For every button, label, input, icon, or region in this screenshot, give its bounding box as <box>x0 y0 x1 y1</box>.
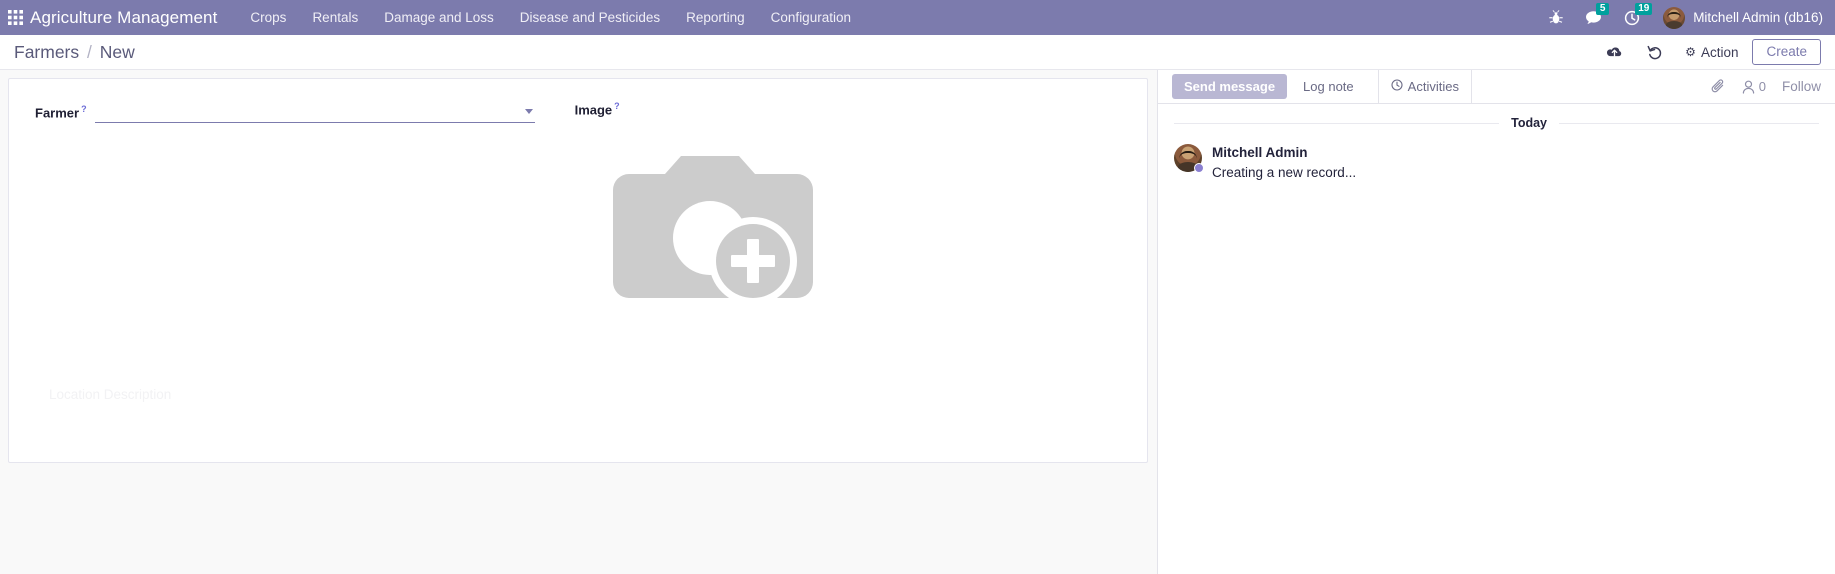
day-separator: Today <box>1174 116 1819 130</box>
follow-button[interactable]: Follow <box>1782 79 1821 94</box>
control-panel-buttons: ⚙ Action Create <box>1594 38 1835 66</box>
action-button-label: Action <box>1700 44 1739 60</box>
message-text: Creating a new record... <box>1212 165 1357 180</box>
main-content: Farmer? Image? Location Description Send… <box>0 70 1835 574</box>
messages-icon[interactable]: 5 <box>1574 0 1613 35</box>
followers-counter[interactable]: 0 <box>1742 79 1766 94</box>
save-button[interactable] <box>1594 38 1635 66</box>
activities-clock-icon[interactable]: 19 <box>1613 0 1653 35</box>
chatter-status-group: 0 Follow <box>1711 70 1835 103</box>
breadcrumb-root[interactable]: Farmers <box>14 42 79 62</box>
control-panel: Farmers / New ⚙ Action Create <box>0 35 1835 70</box>
menu-item-rentals[interactable]: Rentals <box>299 0 371 35</box>
avatar <box>1174 144 1204 173</box>
avatar[interactable] <box>1663 6 1686 29</box>
navbar-systray: 5 19 Mitchell Admin (db16) <box>1538 0 1835 35</box>
form-sheet: Farmer? Image? Location Description <box>8 78 1148 463</box>
activities-label: Activities <box>1407 79 1459 94</box>
create-button[interactable]: Create <box>1752 39 1821 65</box>
message-author: Mitchell Admin <box>1212 145 1308 160</box>
main-menu: Crops Rentals Damage and Loss Disease an… <box>237 0 864 35</box>
menu-item-crops[interactable]: Crops <box>237 0 299 35</box>
day-separator-line-left <box>1174 122 1500 124</box>
field-farmer: Farmer? <box>35 101 535 123</box>
image-upload-placeholder[interactable] <box>575 129 845 329</box>
farmer-tooltip-icon[interactable]: ? <box>81 104 87 114</box>
menu-item-configuration[interactable]: Configuration <box>758 0 864 35</box>
send-message-button[interactable]: Send message <box>1172 74 1288 99</box>
breadcrumb-separator: / <box>87 41 92 62</box>
chatter-panel: Send message Log note Activities 0 Follo… <box>1157 70 1835 574</box>
activities-badge: 19 <box>1635 3 1653 15</box>
menu-item-damage-and-loss[interactable]: Damage and Loss <box>371 0 507 35</box>
attachment-paperclip-icon[interactable] <box>1711 79 1726 94</box>
image-label-row: Image? <box>575 101 845 117</box>
menu-item-disease-and-pesticides[interactable]: Disease and Pesticides <box>507 0 673 35</box>
breadcrumb-current: New <box>99 41 135 62</box>
chatter-toolbar: Send message Log note Activities 0 Follo… <box>1158 70 1835 104</box>
bug-icon[interactable] <box>1538 0 1574 35</box>
image-label: Image? <box>574 101 620 118</box>
log-note-button[interactable]: Log note <box>1291 74 1366 99</box>
top-navbar: Agriculture Management Crops Rentals Dam… <box>0 0 1835 35</box>
list-item: Mitchell Admin Creating a new record... <box>1174 144 1819 182</box>
message-body: Mitchell Admin Creating a new record... <box>1212 144 1356 182</box>
chatter-thread: Today Mitchell Admin Creating a new reco… <box>1158 104 1835 182</box>
clock-icon <box>1391 79 1403 94</box>
action-button[interactable]: ⚙ Action <box>1675 38 1752 66</box>
day-separator-line-right <box>1559 122 1819 124</box>
location-description-placeholder[interactable]: Location Description <box>49 387 171 402</box>
schedule-activity-button[interactable]: Activities <box>1377 70 1472 103</box>
messages-badge: 5 <box>1596 3 1610 15</box>
menu-item-reporting[interactable]: Reporting <box>673 0 758 35</box>
farmer-input-wrapper[interactable] <box>94 101 535 123</box>
chevron-down-icon[interactable] <box>524 109 533 114</box>
farmer-input[interactable] <box>94 101 535 122</box>
user-menu-label[interactable]: Mitchell Admin (db16) <box>1693 10 1823 25</box>
online-status-dot <box>1194 163 1204 173</box>
app-brand[interactable]: Agriculture Management <box>30 8 223 28</box>
form-region: Farmer? Image? Location Description <box>0 70 1157 574</box>
image-tooltip-icon[interactable]: ? <box>614 101 620 111</box>
followers-count: 0 <box>1758 79 1766 94</box>
farmer-label: Farmer? <box>35 103 87 121</box>
camera-add-icon <box>612 155 813 305</box>
breadcrumb: Farmers / New <box>0 42 135 63</box>
apps-grid-icon[interactable] <box>0 0 30 35</box>
field-image: Image? <box>575 101 845 329</box>
gear-icon: ⚙ <box>1685 45 1696 59</box>
discard-button[interactable] <box>1635 38 1675 66</box>
day-separator-label: Today <box>1511 116 1547 130</box>
form-first-row: Farmer? Image? <box>35 101 1121 329</box>
